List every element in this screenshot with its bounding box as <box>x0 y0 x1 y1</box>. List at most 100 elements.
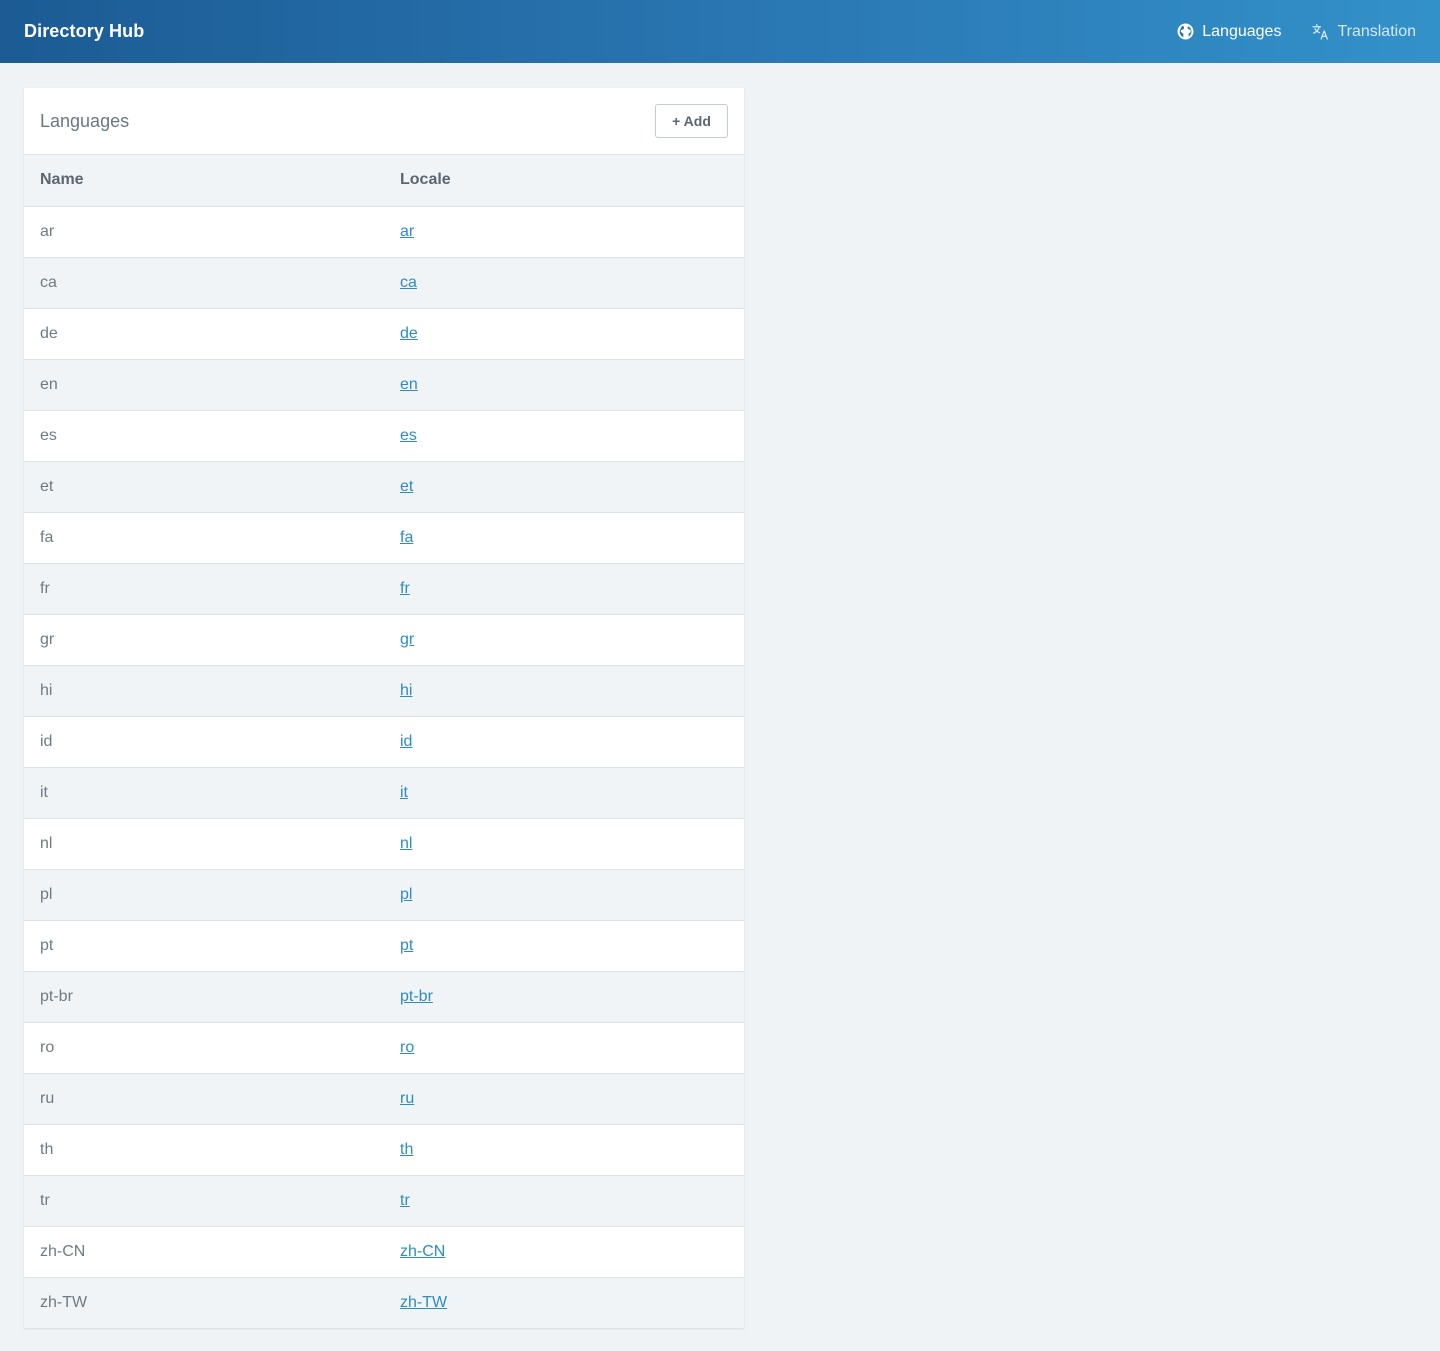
panel-title: Languages <box>40 110 130 131</box>
language-name-cell: fr <box>24 563 384 615</box>
locale-cell: gr <box>384 614 744 666</box>
locale-cell: id <box>384 716 744 768</box>
table-row: ru ru <box>24 1073 744 1125</box>
languages-table: Name Locale ar ar ca ca de de en en es es et et fa fa… <box>24 155 744 1328</box>
panel-header: Languages + Add <box>24 88 744 155</box>
table-row: ro ro <box>24 1022 744 1074</box>
table-body: ar ar ca ca de de en en es es et et fa fa fr fr gr gr hi hi… <box>24 206 744 1328</box>
table-row: fa fa <box>24 512 744 564</box>
locale-cell: hi <box>384 665 744 717</box>
top-navigation-bar: Directory Hub Languages Translation <box>0 0 1440 63</box>
locale-link[interactable]: es <box>400 427 417 444</box>
locale-link[interactable]: nl <box>400 835 412 852</box>
table-row: tr tr <box>24 1175 744 1227</box>
locale-cell: fr <box>384 563 744 615</box>
table-row: pt pt <box>24 920 744 972</box>
locale-link[interactable]: pl <box>400 886 412 903</box>
locale-link[interactable]: fa <box>400 529 413 546</box>
languages-panel: Languages + Add Name Locale ar ar ca ca de de… <box>24 88 744 1328</box>
locale-link[interactable]: id <box>400 733 412 750</box>
language-name-cell: zh-TW <box>40 1293 88 1311</box>
language-name-cell: et <box>24 461 384 513</box>
language-name-cell: en <box>24 359 384 411</box>
locale-cell: pt-br <box>384 971 744 1023</box>
locale-link[interactable]: zh-TW <box>400 1294 447 1311</box>
language-name-cell: ar <box>24 206 384 258</box>
locale-link[interactable]: zh-CN <box>400 1243 445 1260</box>
translate-icon <box>1312 23 1329 40</box>
language-name-cell: th <box>24 1124 384 1176</box>
locale-link[interactable]: ru <box>400 1090 414 1107</box>
locale-cell: nl <box>384 818 744 870</box>
table-row: fr fr <box>24 563 744 615</box>
locale-cell: ro <box>384 1022 744 1074</box>
language-name-cell: it <box>24 767 384 819</box>
locale-cell: ar <box>384 206 744 258</box>
locale-cell: es <box>384 410 744 462</box>
main-nav: Languages Translation <box>1177 23 1416 41</box>
add-language-button[interactable]: + Add <box>655 104 728 138</box>
locale-cell: et <box>384 461 744 513</box>
locale-link[interactable]: gr <box>400 631 414 648</box>
locale-link[interactable]: et <box>400 478 413 495</box>
language-name-cell: pl <box>24 869 384 921</box>
language-name-cell: zh-CN <box>24 1226 384 1278</box>
locale-link[interactable]: hi <box>400 682 412 699</box>
locale-link[interactable]: th <box>400 1141 413 1158</box>
globe-icon <box>1177 23 1194 40</box>
locale-link[interactable]: ro <box>400 1039 414 1056</box>
locale-link[interactable]: de <box>400 325 418 342</box>
locale-cell: fa <box>384 512 744 564</box>
table-row: th th <box>24 1124 744 1176</box>
locale-link[interactable]: pt-br <box>400 988 433 1005</box>
brand-title[interactable]: Directory Hub <box>24 21 144 42</box>
table-row: gr gr <box>24 614 744 666</box>
table-row: en en <box>24 359 744 411</box>
locale-cell: en <box>384 359 744 411</box>
locale-link[interactable]: ca <box>400 274 417 291</box>
table-row: ca ca <box>24 257 744 309</box>
locale-cell: th <box>384 1124 744 1176</box>
language-name-cell: id <box>24 716 384 768</box>
locale-cell: it <box>384 767 744 819</box>
locale-link[interactable]: ar <box>400 223 414 240</box>
table-row: zh-CN zh-CN <box>24 1226 744 1278</box>
locale-cell: pt <box>384 920 744 972</box>
language-name-cell: es <box>24 410 384 462</box>
language-name-cell: nl <box>24 818 384 870</box>
language-name-cell: hi <box>24 665 384 717</box>
locale-link[interactable]: fr <box>400 580 410 597</box>
table-row: pt-br pt-br <box>24 971 744 1023</box>
locale-link[interactable]: pt <box>400 937 413 954</box>
table-row: pl pl <box>24 869 744 921</box>
column-header-name[interactable]: Name <box>24 155 384 207</box>
language-name-cell: fa <box>24 512 384 564</box>
locale-cell: zh-CN <box>384 1226 744 1278</box>
nav-item-label: Translation <box>1337 22 1416 40</box>
table-row: it it <box>24 767 744 819</box>
language-name-cell: ca <box>24 257 384 309</box>
locale-link[interactable]: tr <box>400 1192 410 1209</box>
table-row: de de <box>24 308 744 360</box>
locale-cell: de <box>384 308 744 360</box>
language-name-cell: gr <box>24 614 384 666</box>
language-name-cell: de <box>24 308 384 360</box>
locale-link[interactable]: it <box>400 784 408 801</box>
language-name-cell: ro <box>24 1022 384 1074</box>
table-row: nl nl <box>24 818 744 870</box>
table-row: es es <box>24 410 744 462</box>
nav-item-label: Languages <box>1202 22 1282 40</box>
table-row: ar ar <box>24 206 744 258</box>
nav-item-languages[interactable]: Languages <box>1177 23 1281 41</box>
nav-item-translation[interactable]: Translation <box>1312 23 1416 41</box>
column-header-locale[interactable]: Locale <box>384 155 744 207</box>
locale-link[interactable]: en <box>400 376 418 393</box>
language-name-cell: pt <box>24 920 384 972</box>
locale-cell: pl <box>384 869 744 921</box>
table-row: et et <box>24 461 744 513</box>
locale-cell: ca <box>384 257 744 309</box>
table-row: zh-TW zh-TW <box>24 1277 744 1328</box>
locale-cell: tr <box>384 1175 744 1227</box>
language-name-cell: ru <box>24 1073 384 1125</box>
locale-cell: ru <box>384 1073 744 1125</box>
